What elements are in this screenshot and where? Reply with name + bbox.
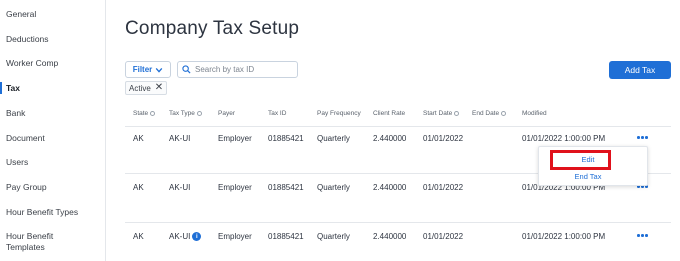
sidebar-item-hour-benefit-templates[interactable]: Hour Benefit Templates	[6, 231, 86, 253]
cell-start-date: 01/01/2022	[423, 134, 464, 143]
cell-state: AK	[133, 183, 144, 192]
cell-payer: Employer	[218, 183, 252, 192]
search-input[interactable]	[195, 65, 295, 74]
cell-tax-id: 01885421	[268, 183, 304, 192]
cell-tax-id: 01885421	[268, 134, 304, 143]
cell-start-date: 01/01/2022	[423, 232, 464, 241]
sidebar-active-indicator	[0, 82, 2, 94]
active-filter-chip: Active ✕	[125, 81, 168, 95]
sort-icon	[454, 111, 460, 116]
cell-client-rate: 2.440000	[373, 232, 407, 241]
cell-start-date: 01/01/2022	[423, 183, 464, 192]
row-actions-menu: Edit End Tax	[538, 146, 648, 186]
column-header-pay-frequency: Pay Frequency	[317, 110, 361, 117]
cell-state: AK	[133, 232, 144, 241]
cell-modified: 01/01/2022 1:00:00 PM	[522, 134, 606, 143]
search-icon	[182, 65, 191, 74]
cell-pay-frequency: Quarterly	[317, 134, 350, 143]
cell-modified: 01/01/2022 1:00:00 PM	[522, 232, 606, 241]
active-filter-label: Active	[129, 83, 151, 93]
row-actions-icon[interactable]	[637, 234, 648, 237]
column-header-start-date[interactable]: Start Date	[423, 110, 460, 117]
info-icon[interactable]: i	[192, 232, 202, 241]
cell-pay-frequency: Quarterly	[317, 232, 350, 241]
column-header-payer: Payer	[218, 110, 235, 117]
column-header-tax-id: Tax ID	[268, 110, 287, 117]
sidebar-item-document[interactable]: Document	[6, 133, 45, 144]
sidebar-item-hour-benefit-types[interactable]: Hour Benefit Types	[6, 207, 78, 218]
sidebar-item-tax[interactable]: Tax	[6, 83, 20, 94]
chevron-down-icon	[155, 67, 163, 73]
filter-button[interactable]: Filter	[125, 61, 171, 78]
filter-label: Filter	[132, 65, 153, 74]
column-header-tax-type[interactable]: Tax Type	[169, 110, 202, 117]
page-title: Company Tax Setup	[125, 18, 300, 39]
cell-tax-type: AK-UI	[169, 134, 191, 143]
menu-item-edit[interactable]: Edit	[558, 155, 618, 164]
cell-tax-id: 01885421	[268, 232, 304, 241]
cell-payer: Employer	[218, 134, 252, 143]
sidebar-item-users[interactable]: Users	[6, 157, 28, 168]
menu-item-end-tax[interactable]: End Tax	[558, 172, 618, 181]
column-header-client-rate: Client Rate	[373, 110, 406, 117]
sort-icon	[196, 111, 202, 116]
sidebar-item-bank[interactable]: Bank	[6, 108, 25, 119]
row-actions-icon[interactable]	[637, 136, 648, 139]
cell-payer: Employer	[218, 232, 252, 241]
column-header-state[interactable]: State	[133, 110, 156, 117]
cell-tax-type: AK-UI i	[169, 232, 202, 241]
column-header-end-date[interactable]: End Date	[472, 110, 507, 117]
cell-client-rate: 2.440000	[373, 183, 407, 192]
sidebar-item-worker-comp[interactable]: Worker Comp	[6, 58, 58, 69]
cell-client-rate: 2.440000	[373, 134, 407, 143]
sidebar-item-general[interactable]: General	[6, 9, 36, 20]
main-content: Company Tax Setup Filter Active ✕ Add Ta…	[107, 0, 680, 261]
cell-pay-frequency: Quarterly	[317, 183, 350, 192]
settings-sidebar: General Deductions Worker Comp Tax Bank …	[0, 0, 106, 261]
search-box	[177, 61, 298, 78]
sidebar-item-pay-group[interactable]: Pay Group	[6, 182, 47, 193]
header-divider	[125, 126, 671, 127]
cell-state: AK	[133, 134, 144, 143]
sort-icon	[501, 111, 507, 116]
cell-tax-type: AK-UI	[169, 183, 191, 192]
column-header-modified: Modified	[522, 110, 547, 117]
row-divider	[125, 222, 671, 223]
sidebar-item-deductions[interactable]: Deductions	[6, 34, 49, 45]
add-tax-button[interactable]: Add Tax	[609, 61, 671, 79]
sort-icon	[150, 111, 156, 116]
remove-filter-icon[interactable]: ✕	[155, 83, 163, 93]
